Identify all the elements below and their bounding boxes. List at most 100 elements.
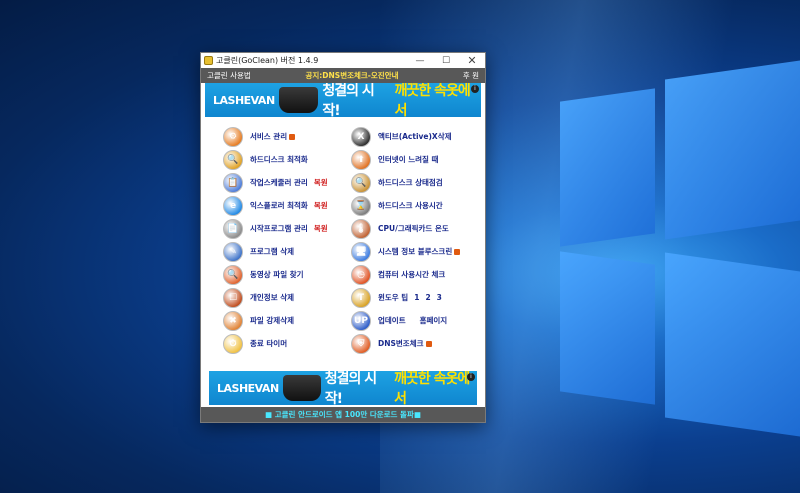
feature-icon: ☐	[223, 287, 243, 308]
ad-banner-top[interactable]: LASHEVAN 청결의 시작! 깨끗한 속옷에서 i	[205, 83, 481, 117]
feature-label: 시작프로그램 관리	[250, 224, 308, 233]
restore-link[interactable]: 복원	[314, 223, 328, 234]
feature-item[interactable]: e 익스플로러 최적화 복원	[223, 195, 347, 216]
feature-label: 컴퓨터 사용시간 체크	[378, 270, 446, 279]
feature-icon: 📋	[223, 172, 243, 193]
title-bar[interactable]: 고클린(GoClean) 버전 1.4.9 — ☐ ✕	[201, 53, 485, 68]
feature-label: 종료 타이머	[250, 339, 288, 348]
feature-item[interactable]: ⛨ DNS변조체크	[351, 333, 475, 354]
feature-item[interactable]: ◷ 컴퓨터 사용시간 체크	[351, 264, 475, 285]
tip-number-link[interactable]: 2	[425, 293, 430, 302]
feature-icon: 🖥	[351, 241, 371, 262]
feature-item[interactable]: 🖥 시스템 정보 블루스크린	[351, 241, 475, 262]
status-bar[interactable]: ■ 고클린 안드로이드 앱 100만 다운로드 돌파■	[201, 407, 485, 422]
banner-text: 청결의 시작!	[322, 83, 374, 117]
banner-product-image	[278, 87, 319, 113]
feature-item[interactable]: ⚙ 서비스 관리	[223, 126, 347, 147]
info-icon[interactable]: i	[467, 373, 475, 381]
feature-item[interactable]: 📄 시작프로그램 관리 복원	[223, 218, 347, 239]
feature-icon-glyph: 📋	[227, 177, 239, 188]
feature-icon-glyph: ◷	[357, 269, 365, 280]
feature-label: 액티브(Active)X삭제	[378, 132, 452, 141]
close-button[interactable]: ✕	[459, 53, 485, 68]
feature-icon-glyph: ☐	[228, 292, 238, 303]
restore-link[interactable]: 복원	[314, 177, 328, 188]
feature-label: 파일 강제삭제	[250, 316, 295, 325]
feature-label: 프로그램 삭제	[250, 247, 295, 256]
feature-icon-glyph: ⚙	[228, 131, 238, 142]
tip-number-link[interactable]: 1	[414, 293, 419, 302]
feature-icon: ⚙	[223, 126, 243, 147]
feature-icon: ⬆	[351, 149, 371, 170]
feature-icon: 🔍	[351, 172, 371, 193]
feature-icon: ⌛	[351, 195, 371, 216]
feature-item[interactable]: 🌡 CPU/그래픽카드 온도	[351, 218, 475, 239]
windows-logo-pane	[665, 60, 800, 240]
feature-item[interactable]: ⬆ 인터넷이 느려질 때	[351, 149, 475, 170]
feature-item[interactable]: ✖ 파일 강제삭제	[223, 310, 347, 331]
feature-item[interactable]: X 액티브(Active)X삭제	[351, 126, 475, 147]
window-title: 고클린(GoClean) 버전 1.4.9	[216, 56, 319, 65]
feature-icon-glyph: ⛨	[357, 338, 365, 349]
feature-label: 윈도우 팁	[378, 293, 409, 302]
feature-icon-glyph: UP	[354, 315, 368, 326]
feature-label: 익스플로러 최적화	[250, 201, 308, 210]
feature-icon: ✎	[223, 241, 243, 262]
feature-icon: X	[351, 126, 371, 147]
notice-link[interactable]: 공지:DNS변조체크-오진안내	[271, 70, 433, 81]
tip-number-link[interactable]: 3	[437, 293, 442, 302]
menu-bar: 고클린 사용법 공지:DNS변조체크-오진안내 후 원	[201, 68, 485, 83]
feature-icon-glyph: ✎	[229, 246, 237, 257]
feature-icon-glyph: 🔍	[227, 269, 239, 280]
feature-icon: T	[351, 287, 371, 308]
feature-icon-glyph: ⏱	[229, 338, 237, 349]
feature-item[interactable]: T 윈도우 팁 123	[351, 287, 475, 308]
feature-item[interactable]: 🔍 동영상 파일 찾기	[223, 264, 347, 285]
feature-label: 서비스 관리	[250, 132, 288, 141]
feature-icon: ⏱	[223, 333, 243, 354]
banner-brand: LASHEVAN	[217, 381, 279, 395]
maximize-button[interactable]: ☐	[433, 53, 459, 68]
feature-label: 하드디스크 사용시간	[378, 201, 443, 210]
info-icon[interactable]: i	[471, 85, 479, 93]
feature-icon-glyph: ⬆	[357, 154, 365, 165]
feature-icon-glyph: 🖥	[355, 246, 367, 257]
feature-label: DNS변조체크	[378, 339, 424, 348]
feature-icon-glyph: e	[229, 200, 237, 211]
new-badge	[289, 133, 296, 140]
feature-icon-glyph: ✖	[229, 315, 237, 326]
donate-link[interactable]: 후 원	[433, 70, 479, 81]
feature-item[interactable]: ⏱ 종료 타이머	[223, 333, 347, 354]
banner-highlight: 깨끗한 속옷에서	[394, 83, 471, 117]
ad-banner-bottom[interactable]: LASHEVAN 청결의 시작! 깨끗한 속옷에서 i	[209, 371, 477, 405]
feature-item[interactable]: 🔍 하드디스크 최적화	[223, 149, 347, 170]
usage-guide-link[interactable]: 고클린 사용법	[207, 70, 271, 81]
feature-label: 동영상 파일 찾기	[250, 270, 304, 279]
banner-brand: LASHEVAN	[213, 93, 275, 107]
feature-item[interactable]: 🔍 하드디스크 상태점검	[351, 172, 475, 193]
feature-item[interactable]: UP 업데이트 홈페이지	[351, 310, 475, 331]
feature-label: 개인정보 삭제	[250, 293, 295, 302]
feature-grid: ⚙ 서비스 관리 X 액티브(Active)X삭제 🔍 하드디스크 최적화 ⬆ 인터넷이 느려…	[201, 117, 485, 354]
banner-highlight: 깨끗한 속옷에서	[394, 371, 470, 405]
feature-item[interactable]: 📋 작업스케줄러 관리 복원	[223, 172, 347, 193]
feature-icon: 🔍	[223, 149, 243, 170]
minimize-button[interactable]: —	[407, 53, 433, 68]
restore-link[interactable]: 복원	[314, 200, 328, 211]
feature-icon: e	[223, 195, 243, 216]
windows-logo-pane	[665, 252, 800, 437]
feature-icon: ⛨	[351, 333, 371, 354]
feature-item[interactable]: ✎ 프로그램 삭제	[223, 241, 347, 262]
windows-logo-pane	[560, 88, 655, 247]
new-badge	[425, 340, 432, 347]
feature-icon: 🌡	[351, 218, 371, 239]
homepage-link[interactable]: 홈페이지	[420, 315, 448, 326]
feature-icon: 🔍	[223, 264, 243, 285]
goclean-window: 고클린(GoClean) 버전 1.4.9 — ☐ ✕ 고클린 사용법 공지:D…	[200, 52, 486, 423]
feature-icon: UP	[351, 310, 371, 331]
feature-icon: 📄	[223, 218, 243, 239]
feature-icon-glyph: 🔍	[355, 177, 367, 188]
feature-item[interactable]: ☐ 개인정보 삭제	[223, 287, 347, 308]
feature-item[interactable]: ⌛ 하드디스크 사용시간	[351, 195, 475, 216]
feature-label: 업데이트	[378, 316, 406, 325]
